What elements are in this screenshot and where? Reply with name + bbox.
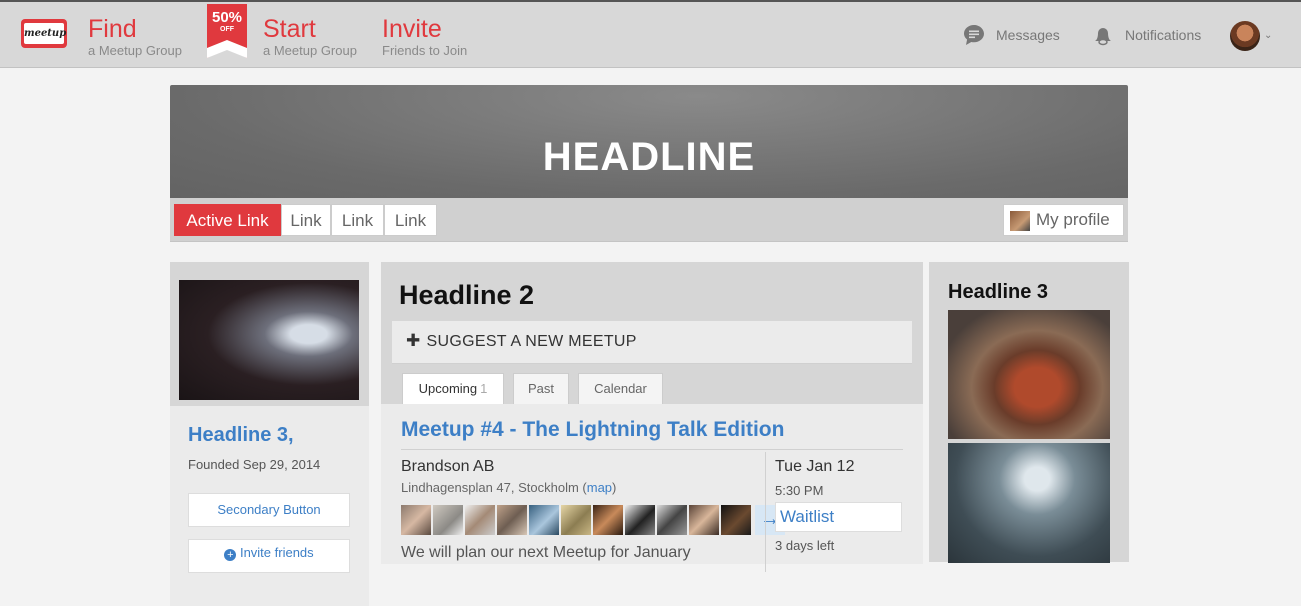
group-photo[interactable]	[179, 280, 359, 400]
suggest-meetup-button[interactable]: ✚ SUGGEST A NEW MEETUP	[392, 321, 912, 364]
attendee-avatars: →	[401, 505, 785, 535]
tab-upcoming-label: Upcoming	[418, 381, 478, 396]
tab-link-1[interactable]: Link	[281, 204, 331, 236]
start-nav[interactable]: Start a Meetup Group	[263, 15, 357, 59]
tab-active-link[interactable]: Active Link	[174, 204, 281, 236]
tab-past[interactable]: Past	[513, 373, 569, 404]
invite-friends-button[interactable]: + Invite friends	[188, 539, 350, 573]
attendee-avatar[interactable]	[529, 505, 559, 535]
invite-title: Invite	[382, 15, 442, 43]
messages-label: Messages	[996, 27, 1060, 43]
tab-link-3[interactable]: Link	[384, 204, 437, 236]
plus-icon: ✚	[406, 331, 421, 350]
top-navigation-bar: meetup Find a Meetup Group 50% OFF Start…	[0, 0, 1301, 68]
messages-link[interactable]: Messages	[962, 23, 1060, 47]
invite-nav[interactable]: Invite Friends to Join	[382, 15, 467, 59]
start-title: Start	[263, 15, 316, 43]
bell-icon	[1095, 28, 1111, 46]
attendee-avatar[interactable]	[433, 505, 463, 535]
attendee-avatar[interactable]	[561, 505, 591, 535]
event-time: 5:30 PM	[775, 483, 824, 498]
secondary-button[interactable]: Secondary Button	[188, 493, 350, 527]
attendee-avatar[interactable]	[465, 505, 495, 535]
map-link[interactable]: map	[587, 480, 612, 495]
meetup-logo[interactable]: meetup	[21, 19, 67, 48]
event-address-end: )	[612, 480, 617, 495]
meetups-panel: Headline 2 ✚ SUGGEST A NEW MEETUP Upcomin…	[381, 262, 923, 572]
chat-bubble-icon	[964, 25, 984, 45]
my-profile-button[interactable]: My profile	[1003, 204, 1124, 236]
days-left: 3 days left	[775, 538, 835, 553]
event-date: Tue Jan 12	[775, 458, 855, 475]
photos-headline: Headline 3	[948, 281, 1049, 303]
my-profile-label: My profile	[1036, 210, 1110, 229]
find-title: Find	[88, 15, 137, 43]
notifications-link[interactable]: Notifications	[1091, 23, 1201, 47]
group-title[interactable]: Headline 3,	[188, 424, 294, 447]
attendee-avatar[interactable]	[593, 505, 623, 535]
user-avatar[interactable]	[1230, 21, 1260, 51]
tab-calendar[interactable]: Calendar	[578, 373, 663, 404]
attendee-avatar[interactable]	[721, 505, 751, 535]
attendee-avatar[interactable]	[497, 505, 527, 535]
upcoming-count: 1	[480, 381, 488, 396]
promo-percent: 50%	[211, 9, 243, 26]
attendee-avatar[interactable]	[657, 505, 687, 535]
suggest-label: SUGGEST A NEW MEETUP	[426, 333, 637, 350]
find-subtitle: a Meetup Group	[88, 43, 182, 58]
attendee-avatar[interactable]	[401, 505, 431, 535]
logo-text: meetup	[24, 23, 66, 44]
notifications-label: Notifications	[1125, 27, 1202, 43]
event-description: We will plan our next Meetup for January	[401, 544, 691, 561]
event-address-text: Lindhagensplan 47, Stockholm (	[401, 480, 587, 495]
group-photo-presentation[interactable]	[948, 443, 1110, 563]
founded-date: Founded Sep 29, 2014	[188, 457, 321, 472]
attendee-avatar[interactable]	[625, 505, 655, 535]
photos-sidebar: Headline 3	[929, 262, 1129, 563]
invite-subtitle: Friends to Join	[382, 43, 468, 58]
event-column-divider	[765, 452, 766, 572]
plus-circle-icon: +	[224, 549, 237, 561]
group-sidebar: Headline 3, Founded Sep 29, 2014 Seconda…	[170, 262, 369, 606]
tab-upcoming[interactable]: Upcoming 1	[402, 373, 504, 404]
group-tab-bar: Active Link Link Link Link My profile	[170, 198, 1128, 242]
waitlist-button[interactable]: Waitlist	[775, 502, 902, 532]
group-hero-banner: HEADLINE	[170, 85, 1128, 198]
start-subtitle: a Meetup Group	[263, 43, 357, 58]
profile-thumbnail	[1010, 211, 1030, 231]
meetups-headline: Headline 2	[399, 280, 535, 310]
promo-off: OFF	[220, 26, 234, 33]
find-nav[interactable]: Find a Meetup Group	[88, 15, 182, 59]
event-address: Lindhagensplan 47, Stockholm (map)	[401, 480, 616, 495]
hero-headline: HEADLINE	[542, 135, 756, 179]
attendee-avatar[interactable]	[689, 505, 719, 535]
event-venue: Brandson AB	[401, 458, 495, 475]
group-photo-dinner[interactable]	[948, 310, 1110, 439]
event-title-link[interactable]: Meetup #4 - The Lightning Talk Edition	[401, 418, 784, 442]
tab-link-2[interactable]: Link	[331, 204, 384, 236]
promo-ribbon-badge[interactable]: 50% OFF	[207, 4, 247, 58]
event-divider	[401, 449, 903, 450]
chevron-down-icon[interactable]: ⌄	[1264, 30, 1272, 41]
